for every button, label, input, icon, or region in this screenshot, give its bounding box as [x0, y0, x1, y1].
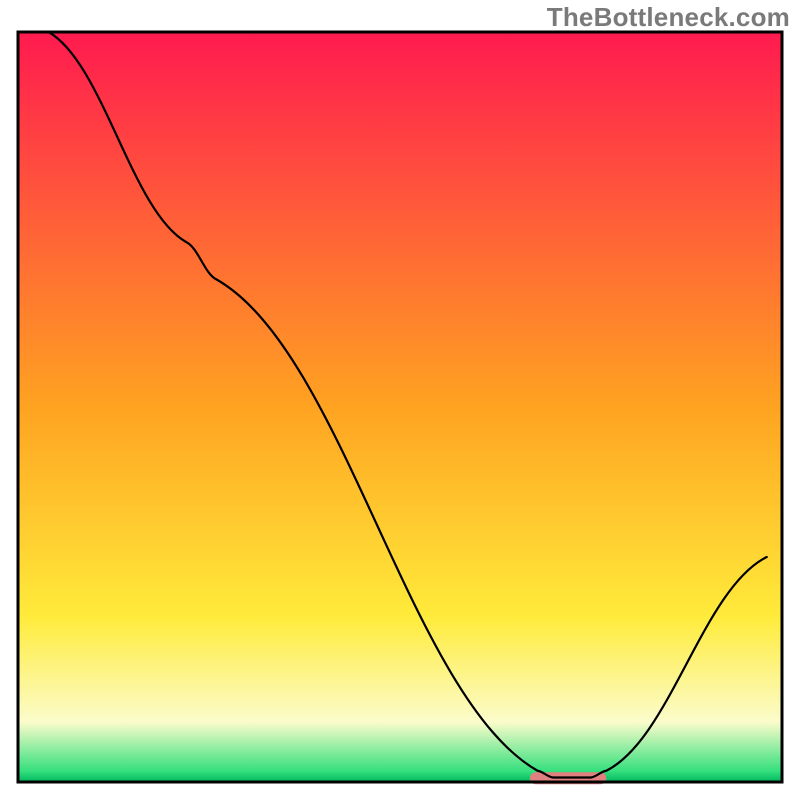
chart-container: TheBottleneck.com	[0, 0, 800, 800]
plot-background	[18, 32, 782, 782]
bottleneck-chart	[0, 0, 800, 800]
watermark-label: TheBottleneck.com	[547, 2, 790, 33]
